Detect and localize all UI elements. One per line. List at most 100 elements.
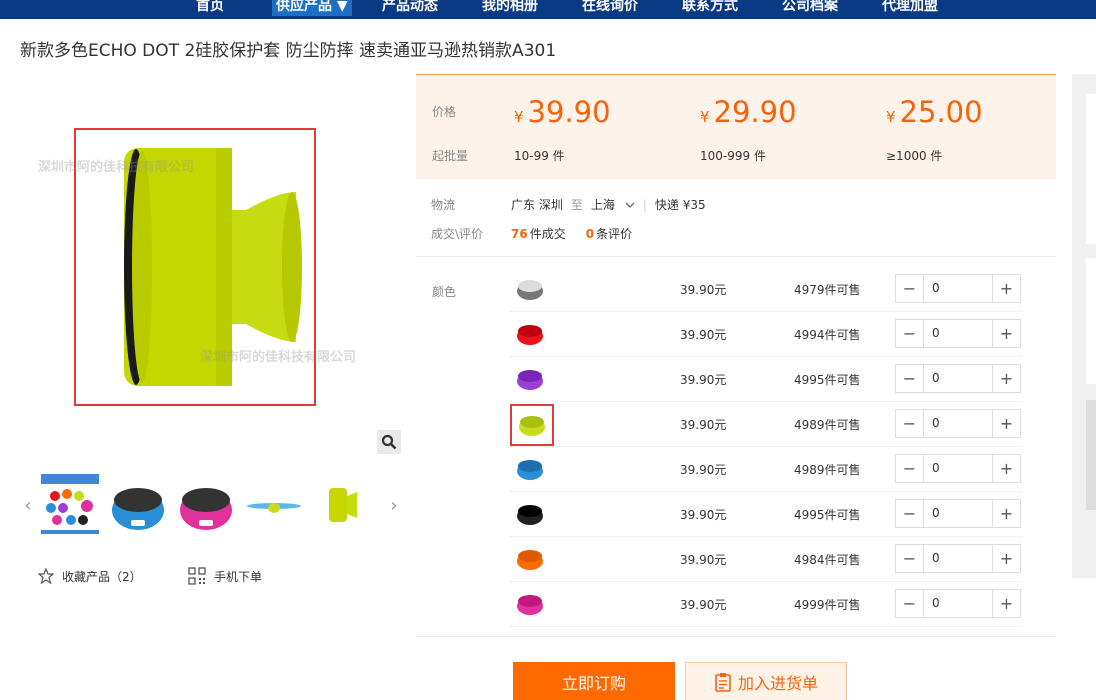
qr-code-icon <box>188 567 206 585</box>
deals-row: 成交\评价 76 件成交 0 条评价 <box>416 225 1056 243</box>
sku-stock: 4995件可售 <box>794 373 861 387</box>
sku-color-swatch[interactable] <box>513 452 547 486</box>
add-to-list-button[interactable]: 加入进货单 <box>685 662 847 700</box>
order-now-button[interactable]: 立即订购 <box>513 662 675 700</box>
tier-qty: 100-999 件 <box>700 149 766 163</box>
nav-contact[interactable]: 联系方式 <box>682 0 738 16</box>
mobile-order[interactable]: 手机下单 <box>188 566 262 586</box>
divider <box>416 256 1056 257</box>
sku-stock: 4999件可售 <box>794 598 861 612</box>
thumbnail-2[interactable] <box>107 474 169 536</box>
decrement-button[interactable]: − <box>896 455 923 482</box>
side-card[interactable] <box>1086 94 1096 244</box>
decrement-button[interactable]: − <box>896 410 923 437</box>
ship-to-word: 至 <box>570 198 583 212</box>
review-suffix[interactable]: 条评价 <box>596 225 632 242</box>
tier-price: 29.90 <box>713 95 797 129</box>
sku-color-swatch[interactable] <box>513 362 547 396</box>
decrement-button[interactable]: − <box>896 590 923 617</box>
decrement-button[interactable]: − <box>896 545 923 572</box>
zoom-button[interactable] <box>377 430 401 454</box>
nav-online-inquiry[interactable]: 在线询价 <box>582 0 638 16</box>
nav-agency[interactable]: 代理加盟 <box>882 0 938 16</box>
sku-row: 39.90元 4999件可售 −0 + <box>510 582 1022 627</box>
sku-row: 39.90元 4989件可售 −0 + <box>510 402 1022 447</box>
quantity-stepper: −0 + <box>895 544 1021 573</box>
deals-value: 76 件成交 0 条评价 <box>511 225 632 242</box>
thumbnail-image <box>112 488 164 530</box>
sku-stock: 4989件可售 <box>794 418 861 432</box>
quantity-stepper: −0 + <box>895 274 1021 303</box>
sku-color-swatch[interactable] <box>513 497 547 531</box>
decrement-button[interactable]: − <box>896 275 923 302</box>
image-selection-box <box>74 128 316 406</box>
speaker-swatch-icon <box>517 325 543 345</box>
price-tier-3: ¥25.00 ≥1000 件 <box>886 75 1066 180</box>
thumbnail-4[interactable] <box>243 474 305 536</box>
sku-color-swatch[interactable] <box>513 272 547 306</box>
speaker-swatch-icon <box>517 280 543 300</box>
thumb-next-arrow[interactable]: › <box>386 492 402 518</box>
nav-my-album[interactable]: 我的相册 <box>482 0 538 16</box>
decrement-button[interactable]: − <box>896 320 923 347</box>
ship-destination[interactable]: 上海 <box>591 196 615 213</box>
thumbnail-3[interactable] <box>175 474 237 536</box>
decrement-button[interactable]: − <box>896 365 923 392</box>
increment-button[interactable]: + <box>993 320 1020 347</box>
quantity-input[interactable]: 0 <box>923 455 993 482</box>
quantity-input[interactable]: 0 <box>923 545 993 572</box>
decrement-button[interactable]: − <box>896 500 923 527</box>
quantity-input[interactable]: 0 <box>923 365 993 392</box>
sku-color-swatch[interactable] <box>510 404 554 446</box>
quantity-input[interactable]: 0 <box>923 590 993 617</box>
side-card[interactable] <box>1086 400 1096 510</box>
logistics-label: 物流 <box>431 198 456 212</box>
sku-row: 39.90元 4979件可售 −0 + <box>510 267 1022 312</box>
side-card[interactable] <box>1086 258 1096 384</box>
thumbnail-1[interactable] <box>39 474 101 536</box>
price-label: 价格 <box>432 105 457 119</box>
favorite-product[interactable]: 收藏产品（2） <box>38 566 142 586</box>
sku-stock: 4995件可售 <box>794 508 861 522</box>
chevron-down-icon[interactable] <box>625 202 635 208</box>
shipping-fee: 快递 ¥35 <box>654 198 706 212</box>
quantity-input[interactable]: 0 <box>923 320 993 347</box>
quantity-input[interactable]: 0 <box>923 500 993 527</box>
action-row: 收藏产品（2） 手机下单 <box>38 566 338 586</box>
tier-qty: 10-99 件 <box>514 149 565 163</box>
price-block: 价格 起批量 ¥39.90 10-99 件 ¥29.90 100-999 件 ¥… <box>416 74 1056 179</box>
increment-button[interactable]: + <box>993 500 1020 527</box>
moq-label: 起批量 <box>432 149 469 163</box>
quantity-input[interactable]: 0 <box>923 410 993 437</box>
increment-button[interactable]: + <box>993 455 1020 482</box>
nav-supply-products[interactable]: 供应产品 ▼ <box>272 0 352 16</box>
thumbnail-5[interactable] <box>311 474 373 536</box>
sku-price: 39.90元 <box>680 598 727 612</box>
increment-button[interactable]: + <box>993 410 1020 437</box>
increment-button[interactable]: + <box>993 275 1020 302</box>
sku-price: 39.90元 <box>680 283 727 297</box>
sku-color-swatch[interactable] <box>513 587 547 621</box>
separator: | <box>642 197 647 212</box>
quantity-input[interactable]: 0 <box>923 275 993 302</box>
quantity-stepper: −0 + <box>895 454 1021 483</box>
review-count: 0 <box>585 226 595 241</box>
increment-button[interactable]: + <box>993 590 1020 617</box>
ship-from: 广东 深圳 <box>511 198 563 212</box>
sku-color-swatch[interactable] <box>513 542 547 576</box>
thumbnail-image <box>247 503 301 513</box>
product-title: 新款多色ECHO DOT 2硅胶保护套 防尘防摔 速卖通亚马逊热销款A301 <box>20 41 557 61</box>
nav-company-profile[interactable]: 公司档案 <box>782 0 838 16</box>
deals-label: 成交\评价 <box>431 227 484 241</box>
thumb-prev-arrow[interactable]: ‹ <box>20 492 36 518</box>
increment-button[interactable]: + <box>993 365 1020 392</box>
sku-row: 39.90元 4995件可售 −0 + <box>510 357 1022 402</box>
sku-stock: 4994件可售 <box>794 328 861 342</box>
nav-product-news[interactable]: 产品动态 <box>382 0 438 16</box>
increment-button[interactable]: + <box>993 545 1020 572</box>
nav-home[interactable]: 首页 <box>196 0 224 16</box>
sku-color-swatch[interactable] <box>513 317 547 351</box>
speaker-swatch-icon <box>517 460 543 480</box>
sku-stock: 4989件可售 <box>794 463 861 477</box>
sku-price: 39.90元 <box>680 418 727 432</box>
